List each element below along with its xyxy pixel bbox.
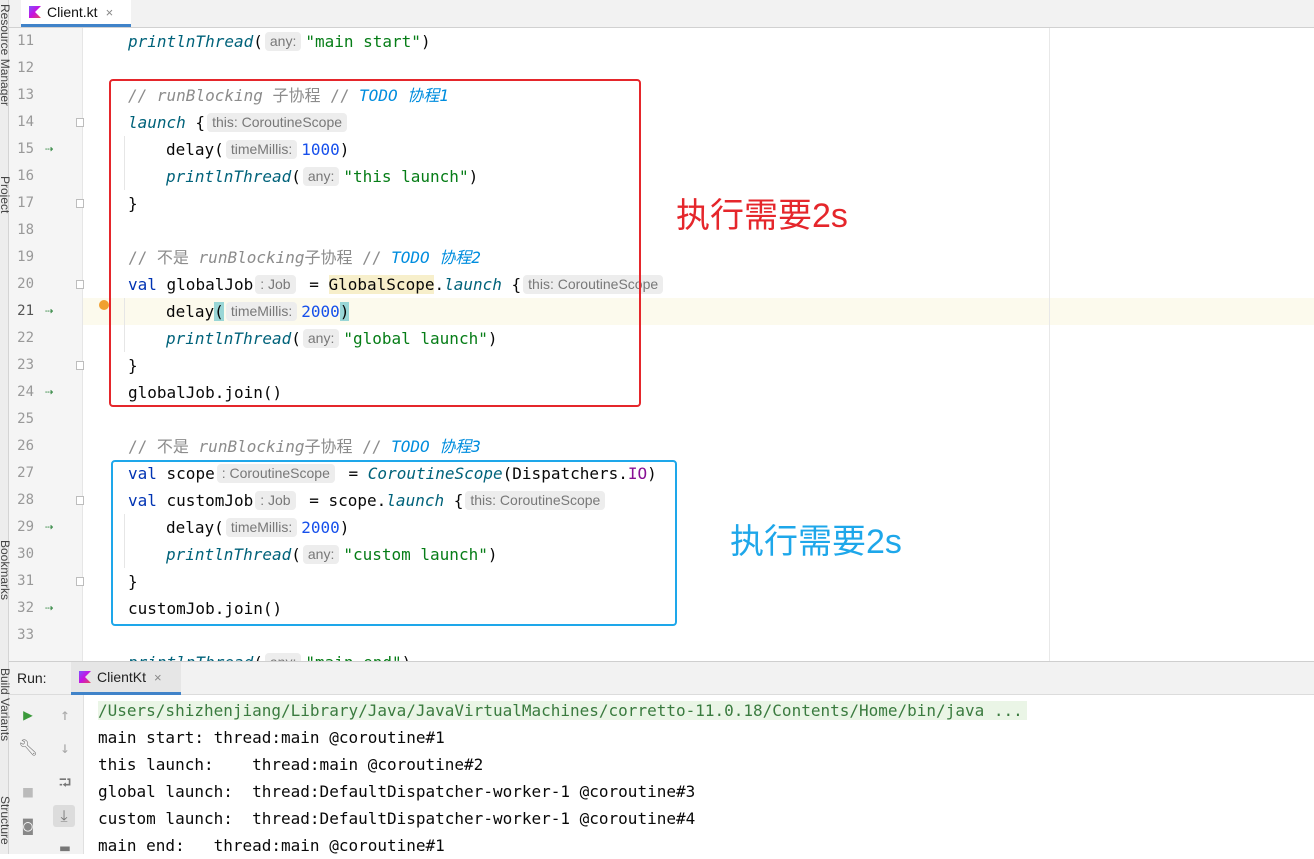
line-number: 13 (17, 87, 34, 103)
console-output[interactable]: /Users/shizhenjiang/Library/Java/JavaVir… (84, 695, 1314, 855)
code-line-partial[interactable]: printlnThread(any:"main end") (128, 649, 411, 661)
editor-tab-label: Client.kt (47, 4, 98, 20)
run-tool-window-header: Run: ClientKt × (9, 661, 1314, 695)
token: runBlocking (198, 437, 305, 456)
blue-highlight-box (111, 460, 677, 626)
line-number: 33 (17, 627, 34, 643)
editor-tab-bar: Client.kt × (9, 0, 1314, 28)
close-icon[interactable]: × (154, 670, 162, 685)
fold-marker-icon[interactable] (76, 577, 84, 586)
token: ( (253, 653, 263, 661)
console-command-line[interactable]: /Users/shizhenjiang/Library/Java/JavaVir… (98, 701, 1027, 720)
kotlin-file-icon (79, 671, 91, 683)
token: printlnThread (128, 32, 254, 51)
fold-marker-icon[interactable] (76, 361, 84, 370)
line-number: 26 (17, 438, 34, 454)
line-number: 24 (17, 384, 34, 400)
intention-bulb-icon[interactable] (99, 300, 109, 310)
down-arrow-icon[interactable]: ↓ (54, 737, 76, 759)
console-line: custom launch: thread:DefaultDispatcher-… (98, 809, 696, 828)
parameter-hint: any: (264, 32, 302, 51)
line-number: 12 (17, 60, 34, 76)
line-number: 16 (17, 168, 34, 184)
line-number: 19 (17, 249, 34, 265)
bookmarks-tab[interactable]: Bookmarks (0, 540, 12, 600)
token: // 不是 (128, 437, 199, 456)
blue-annotation-text: 执行需要2s (730, 523, 902, 561)
suspend-call-icon[interactable]: ⇢ (45, 298, 53, 325)
line-number: 25 (17, 411, 34, 427)
right-margin-guide (1049, 28, 1050, 661)
run-toolbar: ▶ ↑ 🔧︎ ↓ ⮒ ■ ⤓ ◙ ▬ (9, 695, 84, 857)
resource-manager-tab[interactable]: Resource Manager (0, 4, 12, 106)
line-number: 11 (17, 33, 34, 49)
token: "main start" (305, 32, 421, 51)
token: ) (420, 32, 431, 51)
kotlin-file-icon (29, 6, 41, 18)
todo-token: TODO (391, 437, 430, 456)
token: printlnThread (128, 653, 253, 661)
suspend-call-icon[interactable]: ⇢ (45, 379, 53, 406)
line-number: 23 (17, 357, 34, 373)
line-number: 27 (17, 465, 34, 481)
token: 协程3 (429, 437, 481, 456)
fold-marker-icon[interactable] (76, 496, 84, 505)
console-line: this launch: thread:main @coroutine#2 (98, 755, 484, 774)
token: ( (253, 32, 263, 51)
console-line: main end: thread:main @coroutine#1 (98, 836, 445, 855)
console-line: global launch: thread:DefaultDispatcher-… (98, 782, 696, 801)
token: 子协程 // (304, 437, 392, 456)
line-number: 21 (17, 303, 34, 319)
code-line[interactable]: // 不是 runBlocking子协程 // TODO 协程3 (128, 433, 481, 460)
camera-icon[interactable]: ◙ (17, 815, 39, 837)
suspend-call-icon[interactable]: ⇢ (45, 136, 53, 163)
line-number: 28 (17, 492, 34, 508)
fold-marker-icon[interactable] (76, 280, 84, 289)
line-number: 29 (17, 519, 34, 535)
line-number: 17 (17, 195, 34, 211)
line-number: 32 (17, 600, 34, 616)
red-annotation-text: 执行需要2s (676, 197, 848, 235)
project-tab[interactable]: Project (0, 176, 12, 213)
line-number: 14 (17, 114, 34, 130)
red-highlight-box (109, 79, 641, 407)
up-arrow-icon[interactable]: ↑ (54, 704, 76, 726)
suspend-call-icon[interactable]: ⇢ (45, 514, 53, 541)
fold-marker-icon[interactable] (76, 199, 84, 208)
line-number: 18 (17, 222, 34, 238)
line-number: 22 (17, 330, 34, 346)
close-icon[interactable]: × (106, 5, 114, 20)
tool-window-strip: Resource Manager Project Bookmarks Build… (0, 0, 12, 854)
line-number: 15 (17, 141, 34, 157)
soft-wrap-icon[interactable]: ⮒ (54, 772, 76, 794)
code-line[interactable]: printlnThread(any: "main start") (128, 28, 431, 55)
line-number: 31 (17, 573, 34, 589)
fold-marker-icon[interactable] (76, 118, 84, 127)
wrench-icon[interactable]: 🔧︎ (17, 737, 39, 759)
run-label: Run: (17, 670, 47, 686)
parameter-hint: any: (264, 653, 302, 661)
structure-tab[interactable]: Structure (0, 796, 12, 845)
line-number: 30 (17, 546, 34, 562)
editor-tab-client-kt[interactable]: Client.kt × (21, 0, 131, 27)
build-variants-tab[interactable]: Build Variants (0, 668, 12, 741)
rerun-icon[interactable]: ▶ (17, 704, 39, 726)
console-line: main start: thread:main @coroutine#1 (98, 728, 445, 747)
run-tab-label: ClientKt (97, 669, 147, 685)
run-tab-clientkt[interactable]: ClientKt × (71, 662, 181, 695)
line-number: 20 (17, 276, 34, 292)
stop-icon[interactable]: ■ (17, 781, 39, 803)
token: "main end" (305, 653, 401, 661)
scroll-to-end-icon[interactable]: ⤓ (53, 805, 75, 827)
print-icon[interactable]: ▬ (54, 837, 76, 859)
token: ) (402, 653, 412, 661)
suspend-call-icon[interactable]: ⇢ (45, 595, 53, 622)
